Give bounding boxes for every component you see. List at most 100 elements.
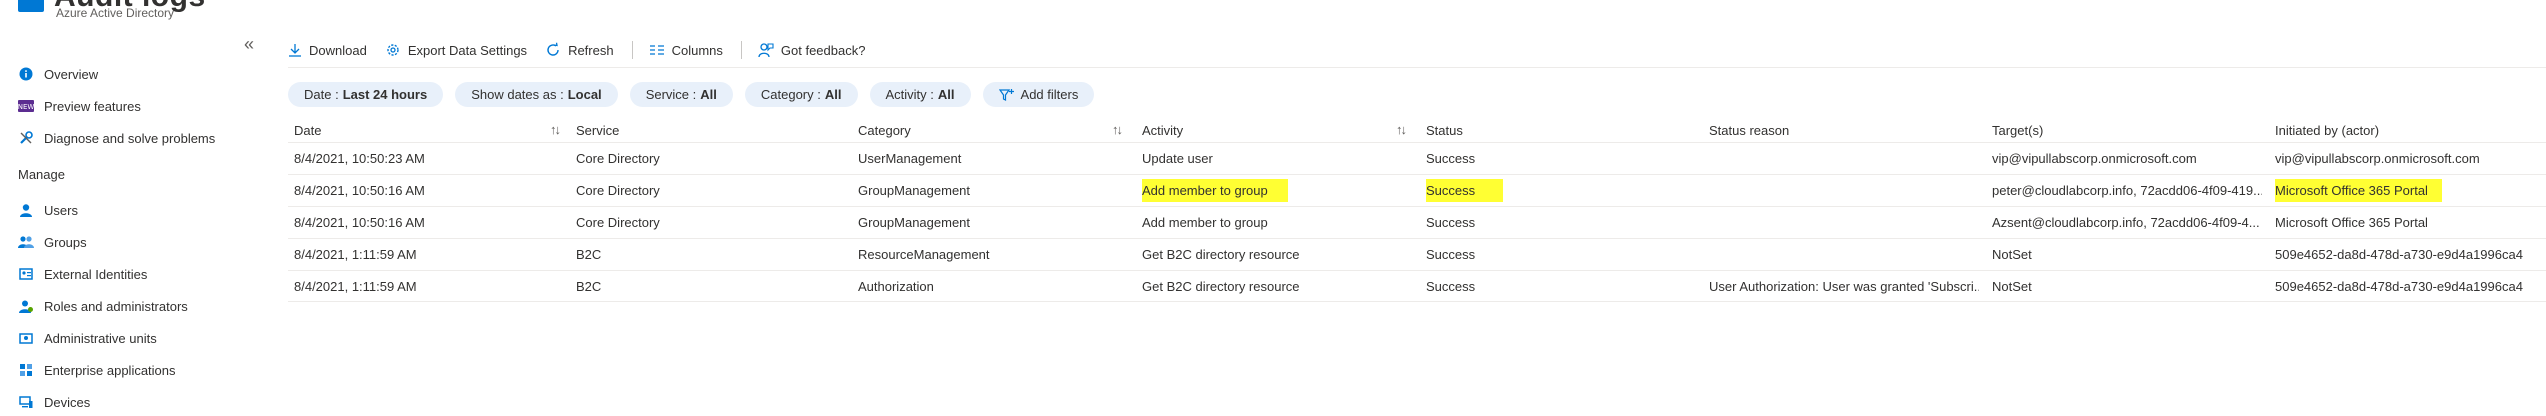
columns-button[interactable]: Columns xyxy=(649,43,723,58)
gear-icon xyxy=(385,42,401,58)
wrench-icon xyxy=(18,130,34,146)
sidebar-item-label: Enterprise applications xyxy=(44,362,176,378)
filter-bar: Date : Last 24 hours Show dates as : Local… xyxy=(288,82,1106,107)
refresh-button[interactable]: Refresh xyxy=(545,42,614,58)
sidebar-item-users[interactable]: Users xyxy=(18,199,78,221)
cell-date: 8/4/2021, 10:50:16 AM xyxy=(294,215,425,230)
sidebar-item-administrative-units[interactable]: Administrative units xyxy=(18,327,157,349)
cell-service: B2C xyxy=(576,247,602,262)
cell-status-reason xyxy=(1709,239,1979,270)
table-row[interactable]: 8/4/2021, 10:50:16 AM Core Directory Gro… xyxy=(288,174,2546,206)
cell-targets: NotSet xyxy=(1992,278,2032,294)
refresh-icon xyxy=(545,42,561,58)
table-header: Date ↑↓ Service Category ↑↓ Activity ↑↓ … xyxy=(288,118,2546,142)
preview-icon: NEW xyxy=(18,98,34,114)
sidebar-item-label: Roles and administrators xyxy=(44,298,188,314)
collapse-sidebar-button[interactable]: « xyxy=(244,34,254,55)
sidebar-item-label: Devices xyxy=(44,394,91,410)
sidebar-item-label: Groups xyxy=(44,234,87,250)
column-header-status[interactable]: Status xyxy=(1426,118,1696,142)
sidebar-item-enterprise-applications[interactable]: Enterprise applications xyxy=(18,359,176,381)
cell-category: ResourceManagement xyxy=(858,247,990,262)
cell-initiated-by: Microsoft Office 365 Portal xyxy=(2275,175,2545,206)
filter-value: Local xyxy=(567,87,602,102)
cell-activity: Get B2C directory resource xyxy=(1142,247,1300,262)
sidebar-item-devices[interactable]: Devices xyxy=(18,391,90,413)
sidebar-item-external-identities[interactable]: External Identities xyxy=(18,263,147,285)
toolbar-divider xyxy=(288,67,2546,68)
cell-initiated-by: 509e4652-da8d-478d-a730-e9d4a1996ca4 xyxy=(2275,247,2523,262)
sort-icon[interactable]: ↑↓ xyxy=(1112,122,1123,137)
feedback-label: Got feedback? xyxy=(780,42,866,58)
highlighted-activity: Add member to group xyxy=(1142,179,1288,202)
filter-date[interactable]: Date : Last 24 hours xyxy=(288,82,444,107)
column-header-initiated-by[interactable]: Initiated by (actor) xyxy=(2275,118,2545,142)
table-row[interactable]: 8/4/2021, 10:50:16 AM Core Directory Gro… xyxy=(288,206,2546,238)
sort-icon[interactable]: ↑↓ xyxy=(1396,122,1407,137)
sidebar-item-preview-features[interactable]: NEW Preview features xyxy=(18,95,141,117)
cell-service: Core Directory xyxy=(576,151,660,166)
filter-value: All xyxy=(824,87,842,102)
filter-value: Last 24 hours xyxy=(342,87,428,102)
feedback-button[interactable]: Got feedback? xyxy=(758,42,866,58)
cell-status: Success xyxy=(1426,175,1696,206)
sidebar-item-diagnose[interactable]: Diagnose and solve problems xyxy=(18,127,215,149)
filter-activity[interactable]: Activity : All xyxy=(869,82,971,107)
cell-activity: Add member to group xyxy=(1142,175,1412,206)
toolbar-separator xyxy=(740,41,742,59)
columns-label: Columns xyxy=(671,42,723,58)
admin-units-icon xyxy=(18,330,34,346)
cell-service: B2C xyxy=(576,278,602,294)
column-header-status-reason[interactable]: Status reason xyxy=(1709,118,1979,142)
feedback-icon xyxy=(758,42,774,58)
export-data-settings-button[interactable]: Export Data Settings xyxy=(385,42,527,58)
cell-status: Success xyxy=(1426,215,1476,230)
sidebar-item-groups[interactable]: Groups xyxy=(18,231,87,253)
sort-icon[interactable]: ↑↓ xyxy=(550,122,561,137)
column-header-targets[interactable]: Target(s) xyxy=(1992,118,2262,142)
audit-log-table: Date ↑↓ Service Category ↑↓ Activity ↑↓ … xyxy=(288,118,2546,302)
external-identities-icon xyxy=(18,266,34,282)
cell-targets: NotSet xyxy=(1992,247,2032,262)
filter-value: All xyxy=(700,87,717,102)
sidebar-section-manage: Manage xyxy=(18,167,65,182)
filter-label: Show dates as : xyxy=(471,87,564,102)
filter-service[interactable]: Service : All xyxy=(629,82,733,107)
download-label: Download xyxy=(309,42,367,58)
cell-date: 8/4/2021, 10:50:23 AM xyxy=(294,151,425,166)
filter-label: Date : xyxy=(304,87,339,102)
cell-status: Success xyxy=(1426,247,1476,262)
columns-icon xyxy=(649,44,665,56)
cell-status-reason xyxy=(1709,175,1979,206)
column-header-date[interactable]: Date xyxy=(294,118,564,142)
add-filters-button[interactable]: Add filters xyxy=(982,82,1095,107)
devices-icon xyxy=(18,394,34,410)
user-icon xyxy=(18,202,34,218)
column-header-service[interactable]: Service xyxy=(576,118,846,142)
table-row[interactable]: 8/4/2021, 10:50:23 AM Core Directory Use… xyxy=(288,142,2546,174)
toolbar-separator xyxy=(631,41,633,59)
sidebar-item-roles[interactable]: Roles and administrators xyxy=(18,295,188,317)
cell-date: 8/4/2021, 1:11:59 AM xyxy=(294,247,417,262)
app-header: Audit logs Azure Active Directory xyxy=(0,0,420,30)
table-row[interactable]: 8/4/2021, 1:11:59 AM B2C ResourceManagem… xyxy=(288,238,2546,270)
cell-status-reason: User Authorization: User was granted 'Su… xyxy=(1709,278,1979,294)
info-icon xyxy=(18,66,34,82)
download-button[interactable]: Download xyxy=(288,43,367,58)
sidebar-item-overview[interactable]: Overview xyxy=(18,63,98,85)
download-icon xyxy=(288,43,302,57)
sidebar-item-label: External Identities xyxy=(44,266,148,282)
page-subtitle: Azure Active Directory xyxy=(56,6,175,20)
filter-category[interactable]: Category : All xyxy=(744,82,858,107)
cell-status-reason xyxy=(1709,143,1979,174)
filter-label: Activity : xyxy=(885,87,934,102)
table-row[interactable]: 8/4/2021, 1:11:59 AM B2C Authorization G… xyxy=(288,270,2546,302)
column-header-category[interactable]: Category xyxy=(858,118,1128,142)
highlighted-status: Success xyxy=(1426,179,1504,202)
cell-targets: vip@vipullabscorp.onmicrosoft.com xyxy=(1992,151,2197,166)
column-header-activity[interactable]: Activity xyxy=(1142,118,1412,142)
cell-category: GroupManagement xyxy=(858,215,971,230)
filter-show-dates-as[interactable]: Show dates as : Local xyxy=(455,82,618,107)
cell-status: Success xyxy=(1426,151,1476,166)
enterprise-apps-icon xyxy=(18,362,34,378)
